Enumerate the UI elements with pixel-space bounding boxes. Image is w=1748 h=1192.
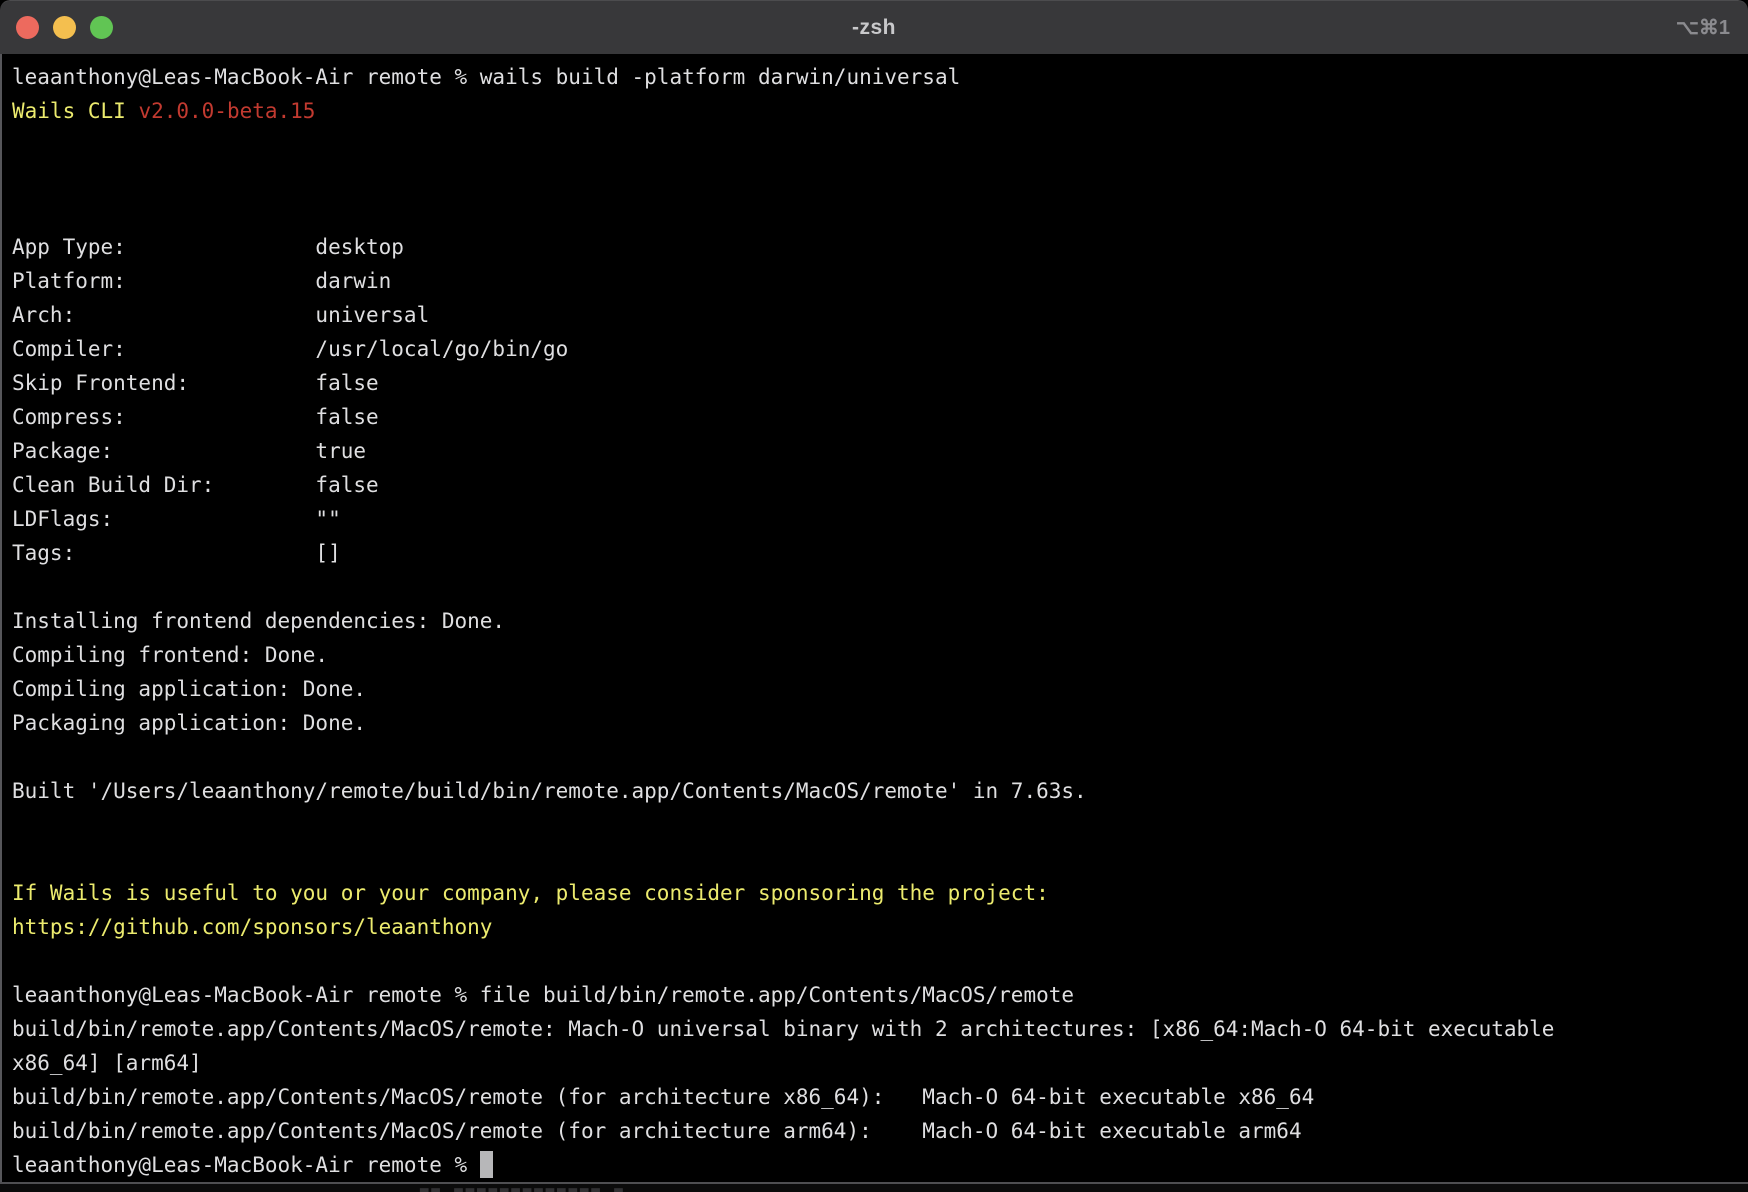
terminal-line: leaanthony@Leas-MacBook-Air remote % wai…: [12, 60, 1748, 94]
terminal-window: -zsh ⌥⌘1 leaanthony@Leas-MacBook-Air rem…: [0, 0, 1748, 1192]
terminal-text-segment: v2.0.0-beta.15: [138, 99, 315, 123]
terminal-text-segment: Skip Frontend: false: [12, 371, 379, 395]
traffic-lights: [16, 1, 113, 54]
terminal-line: Tags: []: [12, 536, 1748, 570]
terminal-text-segment: Package: true: [12, 439, 366, 463]
fullscreen-button[interactable]: [90, 16, 113, 39]
terminal-text-segment: Arch: universal: [12, 303, 429, 327]
terminal-line: Skip Frontend: false: [12, 366, 1748, 400]
terminal-text-segment: Built '/Users/leaanthony/remote/build/bi…: [12, 779, 1087, 803]
close-button[interactable]: [16, 16, 39, 39]
tab-shortcut-badge: ⌥⌘1: [1676, 1, 1730, 54]
terminal-line: Built '/Users/leaanthony/remote/build/bi…: [12, 774, 1748, 808]
terminal-line: [12, 944, 1748, 978]
terminal-text-segment: If Wails is useful to you or your compan…: [12, 881, 1049, 905]
terminal-line: Installing frontend dependencies: Done.: [12, 604, 1748, 638]
terminal-text-segment: x86_64] [arm64]: [12, 1051, 202, 1075]
terminal-line: [12, 128, 1748, 162]
terminal-line: [12, 196, 1748, 230]
terminal-text-segment: Platform: darwin: [12, 269, 391, 293]
terminal-line: leaanthony@Leas-MacBook-Air remote % fil…: [12, 978, 1748, 1012]
terminal-line: [12, 740, 1748, 774]
terminal-line: Packaging application: Done.: [12, 706, 1748, 740]
terminal-line: [12, 808, 1748, 842]
terminal-line: build/bin/remote.app/Contents/MacOS/remo…: [12, 1012, 1748, 1046]
terminal-line: Package: true: [12, 434, 1748, 468]
terminal-line: Arch: universal: [12, 298, 1748, 332]
terminal-line: Clean Build Dir: false: [12, 468, 1748, 502]
titlebar[interactable]: -zsh ⌥⌘1: [0, 0, 1748, 54]
terminal-text-segment: Compiler: /usr/local/go/bin/go: [12, 337, 568, 361]
terminal-line: Compress: false: [12, 400, 1748, 434]
terminal-text-segment: Compiling frontend: Done.: [12, 643, 328, 667]
terminal-line: Platform: darwin: [12, 264, 1748, 298]
terminal-line: [12, 162, 1748, 196]
terminal-line: App Type: desktop: [12, 230, 1748, 264]
terminal-text-segment: leaanthony@Leas-MacBook-Air remote %: [12, 1153, 480, 1177]
background-window-edge: ▄▄ ▄▄▄▄▄▄▄▄▄▄▄▄▄ ▄: [0, 1182, 1748, 1192]
terminal-line: LDFlags: "": [12, 502, 1748, 536]
terminal-line: build/bin/remote.app/Contents/MacOS/remo…: [12, 1114, 1748, 1148]
terminal-cursor: [480, 1151, 493, 1178]
terminal-text-segment: Compiling application: Done.: [12, 677, 366, 701]
terminal-line: leaanthony@Leas-MacBook-Air remote %: [12, 1148, 1748, 1182]
terminal-line: If Wails is useful to you or your compan…: [12, 876, 1748, 910]
terminal-line: build/bin/remote.app/Contents/MacOS/remo…: [12, 1080, 1748, 1114]
terminal-text-segment: Wails CLI: [12, 99, 138, 123]
terminal-text-segment: Packaging application: Done.: [12, 711, 366, 735]
terminal-text-segment: leaanthony@Leas-MacBook-Air remote % fil…: [12, 983, 1074, 1007]
terminal-text-segment: leaanthony@Leas-MacBook-Air remote % wai…: [12, 65, 960, 89]
terminal-line: Wails CLI v2.0.0-beta.15: [12, 94, 1748, 128]
window-title: -zsh: [852, 16, 896, 40]
terminal-line: [12, 842, 1748, 876]
terminal-text-segment: build/bin/remote.app/Contents/MacOS/remo…: [12, 1119, 1302, 1143]
terminal-text-segment: https://github.com/sponsors/leaanthony: [12, 915, 492, 939]
terminal-line: Compiler: /usr/local/go/bin/go: [12, 332, 1748, 366]
terminal-text-segment: LDFlags: "": [12, 507, 341, 531]
terminal-line: [12, 570, 1748, 604]
minimize-button[interactable]: [53, 16, 76, 39]
obscured-background-text: ▄▄ ▄▄▄▄▄▄▄▄▄▄▄▄▄ ▄: [420, 1184, 626, 1192]
terminal-text-segment: Tags: []: [12, 541, 341, 565]
terminal-text-segment: build/bin/remote.app/Contents/MacOS/remo…: [12, 1017, 1554, 1041]
terminal-text-segment: Installing frontend dependencies: Done.: [12, 609, 505, 633]
terminal-text-segment: App Type: desktop: [12, 235, 404, 259]
terminal-line: x86_64] [arm64]: [12, 1046, 1748, 1080]
terminal-line: https://github.com/sponsors/leaanthony: [12, 910, 1748, 944]
terminal-output[interactable]: leaanthony@Leas-MacBook-Air remote % wai…: [0, 54, 1748, 1182]
terminal-line: Compiling frontend: Done.: [12, 638, 1748, 672]
terminal-text-segment: build/bin/remote.app/Contents/MacOS/remo…: [12, 1085, 1314, 1109]
terminal-line: Compiling application: Done.: [12, 672, 1748, 706]
terminal-text-segment: Clean Build Dir: false: [12, 473, 379, 497]
terminal-text-segment: Compress: false: [12, 405, 379, 429]
